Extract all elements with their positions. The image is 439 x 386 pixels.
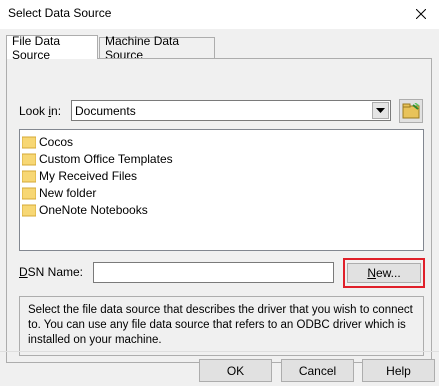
cancel-button[interactable]: Cancel — [281, 359, 354, 382]
dialog-body: File Data Source Machine Data Source Loo… — [0, 29, 439, 386]
ok-button[interactable]: OK — [199, 359, 272, 382]
close-button[interactable] — [404, 1, 438, 27]
title-bar: Select Data Source — [0, 0, 439, 29]
list-item[interactable]: Cocos — [22, 133, 73, 150]
tab-machine-data-source[interactable]: Machine Data Source — [99, 34, 215, 62]
close-icon — [416, 9, 426, 19]
dsn-name-field[interactable] — [93, 262, 334, 283]
folder-list[interactable]: Cocos Custom Office Templates My Receive… — [19, 129, 424, 251]
new-folder-button[interactable] — [399, 99, 423, 123]
list-item[interactable]: New folder — [22, 184, 96, 201]
folder-icon — [22, 136, 36, 148]
chevron-down-icon[interactable] — [372, 102, 389, 119]
new-folder-icon — [402, 103, 420, 119]
list-item[interactable]: My Received Files — [22, 167, 137, 184]
tab-file-data-source[interactable]: File Data Source — [6, 33, 98, 62]
window-title: Select Data Source — [8, 6, 112, 20]
description-text: Select the file data source that describ… — [28, 304, 413, 346]
folder-icon — [22, 153, 36, 165]
lookin-value: Documents — [75, 104, 136, 118]
lookin-label: Look in: — [19, 104, 62, 118]
dsn-name-label: DSN Name: — [19, 265, 84, 279]
footer-divider — [0, 351, 439, 352]
new-button[interactable]: New... — [347, 263, 421, 283]
list-item[interactable]: Custom Office Templates — [22, 150, 173, 167]
help-button[interactable]: Help — [362, 359, 435, 382]
description-box: Select the file data source that describ… — [19, 296, 424, 356]
tab-panel: Look in: Documents Cocos Custom Office T… — [6, 58, 432, 363]
folder-icon — [22, 187, 36, 199]
lookin-dropdown[interactable]: Documents — [71, 100, 391, 121]
new-button-highlight: New... — [343, 258, 425, 288]
folder-icon — [22, 170, 36, 182]
folder-icon — [22, 204, 36, 216]
list-item[interactable]: OneNote Notebooks — [22, 201, 148, 218]
tab-label: File Data Source — [12, 33, 61, 62]
